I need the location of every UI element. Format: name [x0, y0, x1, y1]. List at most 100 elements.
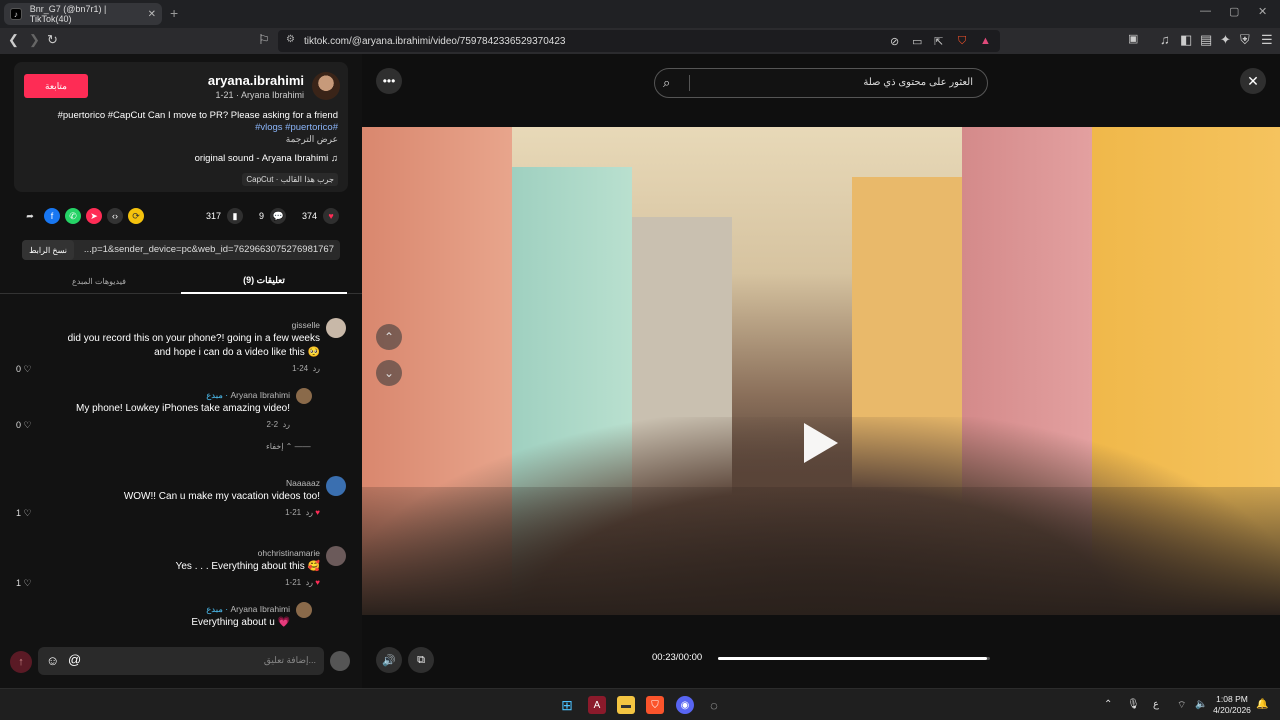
- emoji-icon[interactable]: ☺: [46, 653, 59, 668]
- close-icon[interactable]: ✕: [1240, 68, 1266, 94]
- repost-icon[interactable]: ⟳: [128, 208, 144, 224]
- facebook-icon[interactable]: f: [44, 208, 60, 224]
- commenter-avatar[interactable]: [326, 476, 346, 496]
- wifi-icon[interactable]: ⌔: [1177, 699, 1186, 712]
- sidebar-icon[interactable]: ◧: [1180, 32, 1192, 48]
- commenter-avatar[interactable]: [326, 318, 346, 338]
- media-off-icon[interactable]: ⊘: [890, 35, 899, 48]
- new-tab-button[interactable]: +: [170, 5, 178, 21]
- comment-like[interactable]: 1 ♡: [16, 508, 32, 519]
- comment-text: Yes . . . Everything about this 🥰: [175, 561, 320, 572]
- reader-mode-icon[interactable]: ▣: [1128, 32, 1138, 45]
- description-tags[interactable]: #vlogs #puertorico#: [38, 122, 338, 134]
- app-icon-2[interactable]: ◌: [705, 696, 723, 714]
- back-icon[interactable]: ❮: [8, 32, 19, 48]
- close-window-icon[interactable]: ✕: [1258, 5, 1267, 18]
- commenter-avatar[interactable]: [326, 546, 346, 566]
- share-icon[interactable]: ⇱: [934, 35, 943, 48]
- brave-browser-icon[interactable]: ⛉: [646, 696, 664, 714]
- next-video-icon[interactable]: ⌄: [376, 360, 402, 386]
- video-frame[interactable]: [362, 127, 1280, 615]
- tab-creator-videos[interactable]: فيديوهات المبدع: [16, 268, 182, 294]
- music-icon[interactable]: ♫: [1160, 32, 1170, 47]
- creator-username[interactable]: aryana.ibrahimi: [208, 73, 304, 88]
- progress-bar[interactable]: [718, 657, 990, 660]
- user-avatar[interactable]: [330, 651, 350, 671]
- wallet-icon[interactable]: ▤: [1200, 32, 1212, 48]
- reply-link[interactable]: رد: [306, 578, 313, 587]
- play-icon[interactable]: [804, 423, 838, 463]
- site-info-icon[interactable]: ⚙: [286, 34, 295, 45]
- comment-placeholder: إضافة تعليق...: [263, 655, 316, 665]
- forward-icon[interactable]: ❯: [29, 32, 40, 48]
- follow-button[interactable]: متابعة: [24, 74, 88, 98]
- comment-author[interactable]: مبدع · Aryana Ibrahimi: [206, 604, 290, 615]
- notification-icon[interactable]: 🔔: [1256, 699, 1268, 710]
- post-link[interactable]: ...p=1&sender_device=pc&web_id=762966307…: [84, 244, 334, 255]
- brave-rewards-icon[interactable]: ▲: [980, 35, 991, 47]
- capcut-template-badge[interactable]: CapCut · جرب هذا القالب: [242, 173, 338, 186]
- comment-author[interactable]: gisselle: [292, 320, 320, 330]
- discord-icon[interactable]: ◉: [676, 696, 694, 714]
- vpn-icon[interactable]: ⛨: [1240, 32, 1250, 48]
- bookmark-save-icon[interactable]: ▮: [227, 208, 244, 224]
- reply-link[interactable]: رد: [313, 364, 320, 373]
- maximize-icon[interactable]: ▢: [1229, 5, 1239, 18]
- language-indicator[interactable]: ع: [1153, 699, 1159, 710]
- send-comment-button[interactable]: ↑: [10, 651, 32, 673]
- comment-date: 2-2: [266, 420, 279, 429]
- comment-like[interactable]: 0 ♡: [16, 420, 32, 431]
- creator-liked-icon: ♥: [315, 508, 320, 517]
- likes-count: 374: [302, 211, 318, 221]
- related-search[interactable]: ⌕ العثور على محتوى ذي صلة: [654, 68, 988, 98]
- comment-like[interactable]: 0 ♡: [16, 364, 32, 375]
- speaker-icon[interactable]: 🔈: [1195, 699, 1207, 710]
- comment-like[interactable]: 1 ♡: [16, 578, 32, 589]
- menu-icon[interactable]: ☰: [1261, 32, 1273, 48]
- cast-icon[interactable]: ▭: [912, 35, 922, 48]
- microphone-icon[interactable]: 🎙: [1127, 699, 1140, 710]
- creator-reply-avatar[interactable]: [296, 602, 312, 618]
- comment-author[interactable]: ohchristinamarie: [258, 548, 320, 558]
- browser-tab[interactable]: ♪ Bnr_G7 (@bn7r1) | TikTok(40) ✕: [4, 3, 162, 25]
- mention-icon[interactable]: @: [68, 652, 81, 667]
- volume-icon[interactable]: 🔊: [376, 647, 402, 673]
- more-options-icon[interactable]: •••: [376, 68, 402, 94]
- windows-start-icon[interactable]: ⊞: [558, 696, 576, 714]
- app-icon[interactable]: A: [588, 696, 606, 714]
- clock[interactable]: 1:08 PM 4/20/2026: [1212, 694, 1252, 716]
- file-explorer-icon[interactable]: ▬: [617, 696, 635, 714]
- tray-chevron-icon[interactable]: ⌃: [1104, 699, 1112, 710]
- reply-link[interactable]: رد: [283, 420, 290, 429]
- creator-reply-avatar[interactable]: [296, 388, 312, 404]
- comment-input[interactable]: ☺ @ إضافة تعليق...: [38, 647, 324, 675]
- tiktok-send-icon[interactable]: ➤: [86, 208, 102, 224]
- search-placeholder: العثور على محتوى ذي صلة: [863, 77, 973, 88]
- tab-comments[interactable]: تعليقات (9): [181, 268, 347, 294]
- leo-ai-icon[interactable]: ✦: [1220, 32, 1231, 48]
- comment-author[interactable]: Naaaaaz: [286, 478, 320, 488]
- copy-link-button[interactable]: نسخ الرابط: [22, 240, 74, 260]
- embed-icon[interactable]: ‹›: [107, 208, 123, 224]
- creator-liked-icon: ♥: [315, 578, 320, 587]
- translate-link[interactable]: عرض الترجمة: [286, 134, 338, 145]
- creator-avatar[interactable]: [312, 72, 340, 100]
- brave-shield-icon[interactable]: ⛉: [958, 35, 966, 48]
- whatsapp-icon[interactable]: ✆: [65, 208, 81, 224]
- hide-replies-button[interactable]: إخفاء ⌃ ——: [266, 442, 311, 451]
- heart-icon[interactable]: ♥: [323, 208, 340, 224]
- address-bar[interactable]: ⚙ tiktok.com/@aryana.ibrahimi/video/7597…: [278, 30, 1000, 52]
- bookmark-icon[interactable]: ⚐: [258, 32, 270, 48]
- browser-toolbar: ❮ ❯ ↻ ⚐ ⚙ tiktok.com/@aryana.ibrahimi/vi…: [0, 28, 1280, 54]
- close-tab-icon[interactable]: ✕: [148, 9, 156, 20]
- sound-link[interactable]: original sound - Aryana Ibrahimi ♫: [195, 153, 338, 164]
- previous-video-icon[interactable]: ⌃: [376, 324, 402, 350]
- reload-icon[interactable]: ↻: [47, 32, 58, 48]
- picture-in-picture-icon[interactable]: ⧉: [408, 647, 434, 673]
- reply-link[interactable]: رد: [306, 508, 313, 517]
- comment-author[interactable]: مبدع · Aryana Ibrahimi: [206, 390, 290, 401]
- comment-icon[interactable]: 💬: [270, 208, 287, 224]
- minimize-icon[interactable]: —: [1200, 5, 1211, 17]
- search-icon[interactable]: ⌕: [663, 75, 670, 91]
- share-arrow-icon[interactable]: ➦: [22, 208, 38, 224]
